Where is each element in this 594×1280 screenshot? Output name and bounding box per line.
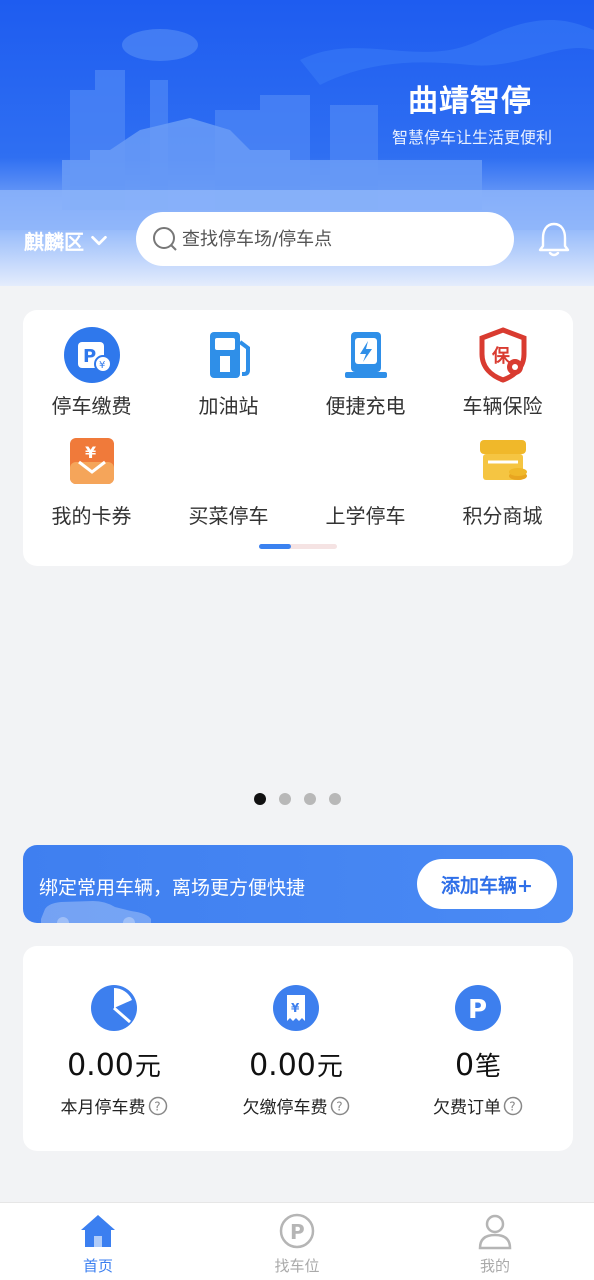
stat-unit: 元 — [316, 1052, 343, 1082]
service-grocery-parking[interactable]: 买菜停车 — [160, 432, 297, 529]
service-label: 我的卡券 — [51, 504, 132, 528]
carousel-dot[interactable] — [329, 793, 341, 805]
service-insurance[interactable]: 保 车辆保险 — [434, 326, 571, 419]
service-label: 买菜停车 — [188, 504, 269, 528]
district-label: 麒麟区 — [24, 230, 84, 254]
parking-payment-icon: P ¥ — [63, 327, 120, 383]
carousel-dot[interactable] — [279, 793, 291, 805]
insurance-shield-icon: 保 — [479, 327, 526, 383]
service-gas-station[interactable]: 加油站 — [160, 326, 297, 419]
service-my-coupons[interactable]: ¥ 我的卡券 — [23, 432, 160, 529]
tab-home[interactable]: 首页 — [48, 1211, 148, 1276]
svg-text:?: ? — [509, 1099, 515, 1113]
stat-unit: 笔 — [475, 1052, 502, 1082]
bind-car-banner: 绑定常用车辆，离场更方便快捷 添加车辆+ — [23, 845, 573, 923]
stat-unpaid-fee[interactable]: ¥ 0.00 元 欠缴停车费 ? — [205, 984, 387, 1118]
receipt-yen-icon: ¥ — [273, 985, 319, 1031]
service-label: 便捷充电 — [325, 394, 406, 418]
school-parking-icon — [337, 432, 395, 490]
chevron-down-icon — [91, 235, 107, 245]
service-parking-payment[interactable]: P ¥ 停车缴费 — [23, 326, 160, 419]
tab-label: 我的 — [479, 1257, 510, 1275]
svg-text:¥: ¥ — [85, 443, 96, 462]
parking-search-icon: P — [279, 1213, 315, 1249]
brand-title: 曲靖智停 — [408, 84, 532, 119]
service-school-parking[interactable]: 上学停车 — [297, 432, 434, 529]
stat-unpaid-orders[interactable]: P 0 笔 欠费订单 ? — [387, 984, 569, 1118]
add-vehicle-button[interactable]: 添加车辆+ — [417, 859, 557, 909]
service-label: 积分商城 — [462, 504, 543, 528]
service-grid: P ¥ 停车缴费 加油站 便捷充电 保 车辆保险 ¥ 我的卡券 买菜停车 上学停… — [23, 310, 573, 566]
parking-stats-card: 0.00 元 本月停车费 ? ¥ 0.00 元 欠缴停车费 ? P 0 笔 欠费… — [23, 946, 573, 1151]
tab-find-parking[interactable]: P 找车位 — [247, 1211, 347, 1276]
stat-value: 0.00 — [249, 1048, 316, 1083]
stat-label: 欠缴停车费 — [242, 1098, 328, 1118]
carousel-dot[interactable] — [254, 793, 266, 805]
service-charging[interactable]: 便捷充电 — [297, 326, 434, 419]
brand-subtitle: 智慧停车让生活更便利 — [391, 128, 552, 147]
grocery-parking-icon — [200, 432, 258, 490]
grid-page-indicator — [259, 544, 337, 549]
search-bar[interactable] — [136, 212, 514, 266]
stat-label: 本月停车费 — [60, 1098, 146, 1118]
bind-car-text: 绑定常用车辆，离场更方便快捷 — [39, 877, 306, 899]
stat-monthly-fee[interactable]: 0.00 元 本月停车费 ? — [23, 984, 205, 1118]
stat-unit: 元 — [134, 1052, 161, 1082]
search-icon — [153, 227, 177, 251]
user-icon — [478, 1214, 512, 1250]
tab-label: 首页 — [82, 1257, 113, 1275]
svg-text:?: ? — [336, 1099, 342, 1113]
service-label: 上学停车 — [325, 504, 406, 528]
header-banner: 曲靖智停 智慧停车让生活更便利 麒麟区 — [0, 0, 594, 286]
home-icon — [81, 1215, 115, 1247]
service-label: 停车缴费 — [51, 394, 132, 418]
svg-text:P: P — [468, 995, 487, 1025]
parking-p-icon: P — [455, 985, 501, 1031]
bottom-tab-bar: 首页 P 找车位 我的 — [0, 1202, 594, 1280]
charging-station-icon — [344, 332, 387, 378]
stat-value: 0.00 — [67, 1048, 134, 1083]
help-icon[interactable]: ? — [503, 1096, 523, 1116]
service-points-mall[interactable]: 积分商城 — [434, 432, 571, 529]
pie-chart-icon — [91, 985, 137, 1031]
service-label: 车辆保险 — [462, 394, 543, 418]
help-icon[interactable]: ? — [148, 1096, 168, 1116]
banner-carousel-dots — [254, 793, 341, 805]
service-label: 加油站 — [198, 394, 259, 418]
bell-icon[interactable] — [536, 220, 572, 258]
svg-text:¥: ¥ — [291, 1001, 300, 1015]
district-selector[interactable]: 麒麟区 — [24, 226, 110, 255]
search-input[interactable] — [182, 228, 482, 250]
tab-mine[interactable]: 我的 — [445, 1211, 545, 1276]
svg-text:P: P — [290, 1220, 305, 1244]
stat-value: 0 — [454, 1048, 475, 1083]
grid-page-indicator-active — [259, 544, 291, 549]
gas-station-icon — [209, 332, 250, 378]
points-mall-icon — [479, 440, 527, 480]
carousel-dot[interactable] — [304, 793, 316, 805]
coupon-icon: ¥ — [69, 438, 114, 484]
stat-label: 欠费订单 — [433, 1098, 501, 1118]
svg-text:?: ? — [154, 1099, 160, 1113]
tab-label: 找车位 — [274, 1257, 320, 1275]
svg-text:¥: ¥ — [99, 360, 105, 371]
help-icon[interactable]: ? — [330, 1096, 350, 1116]
